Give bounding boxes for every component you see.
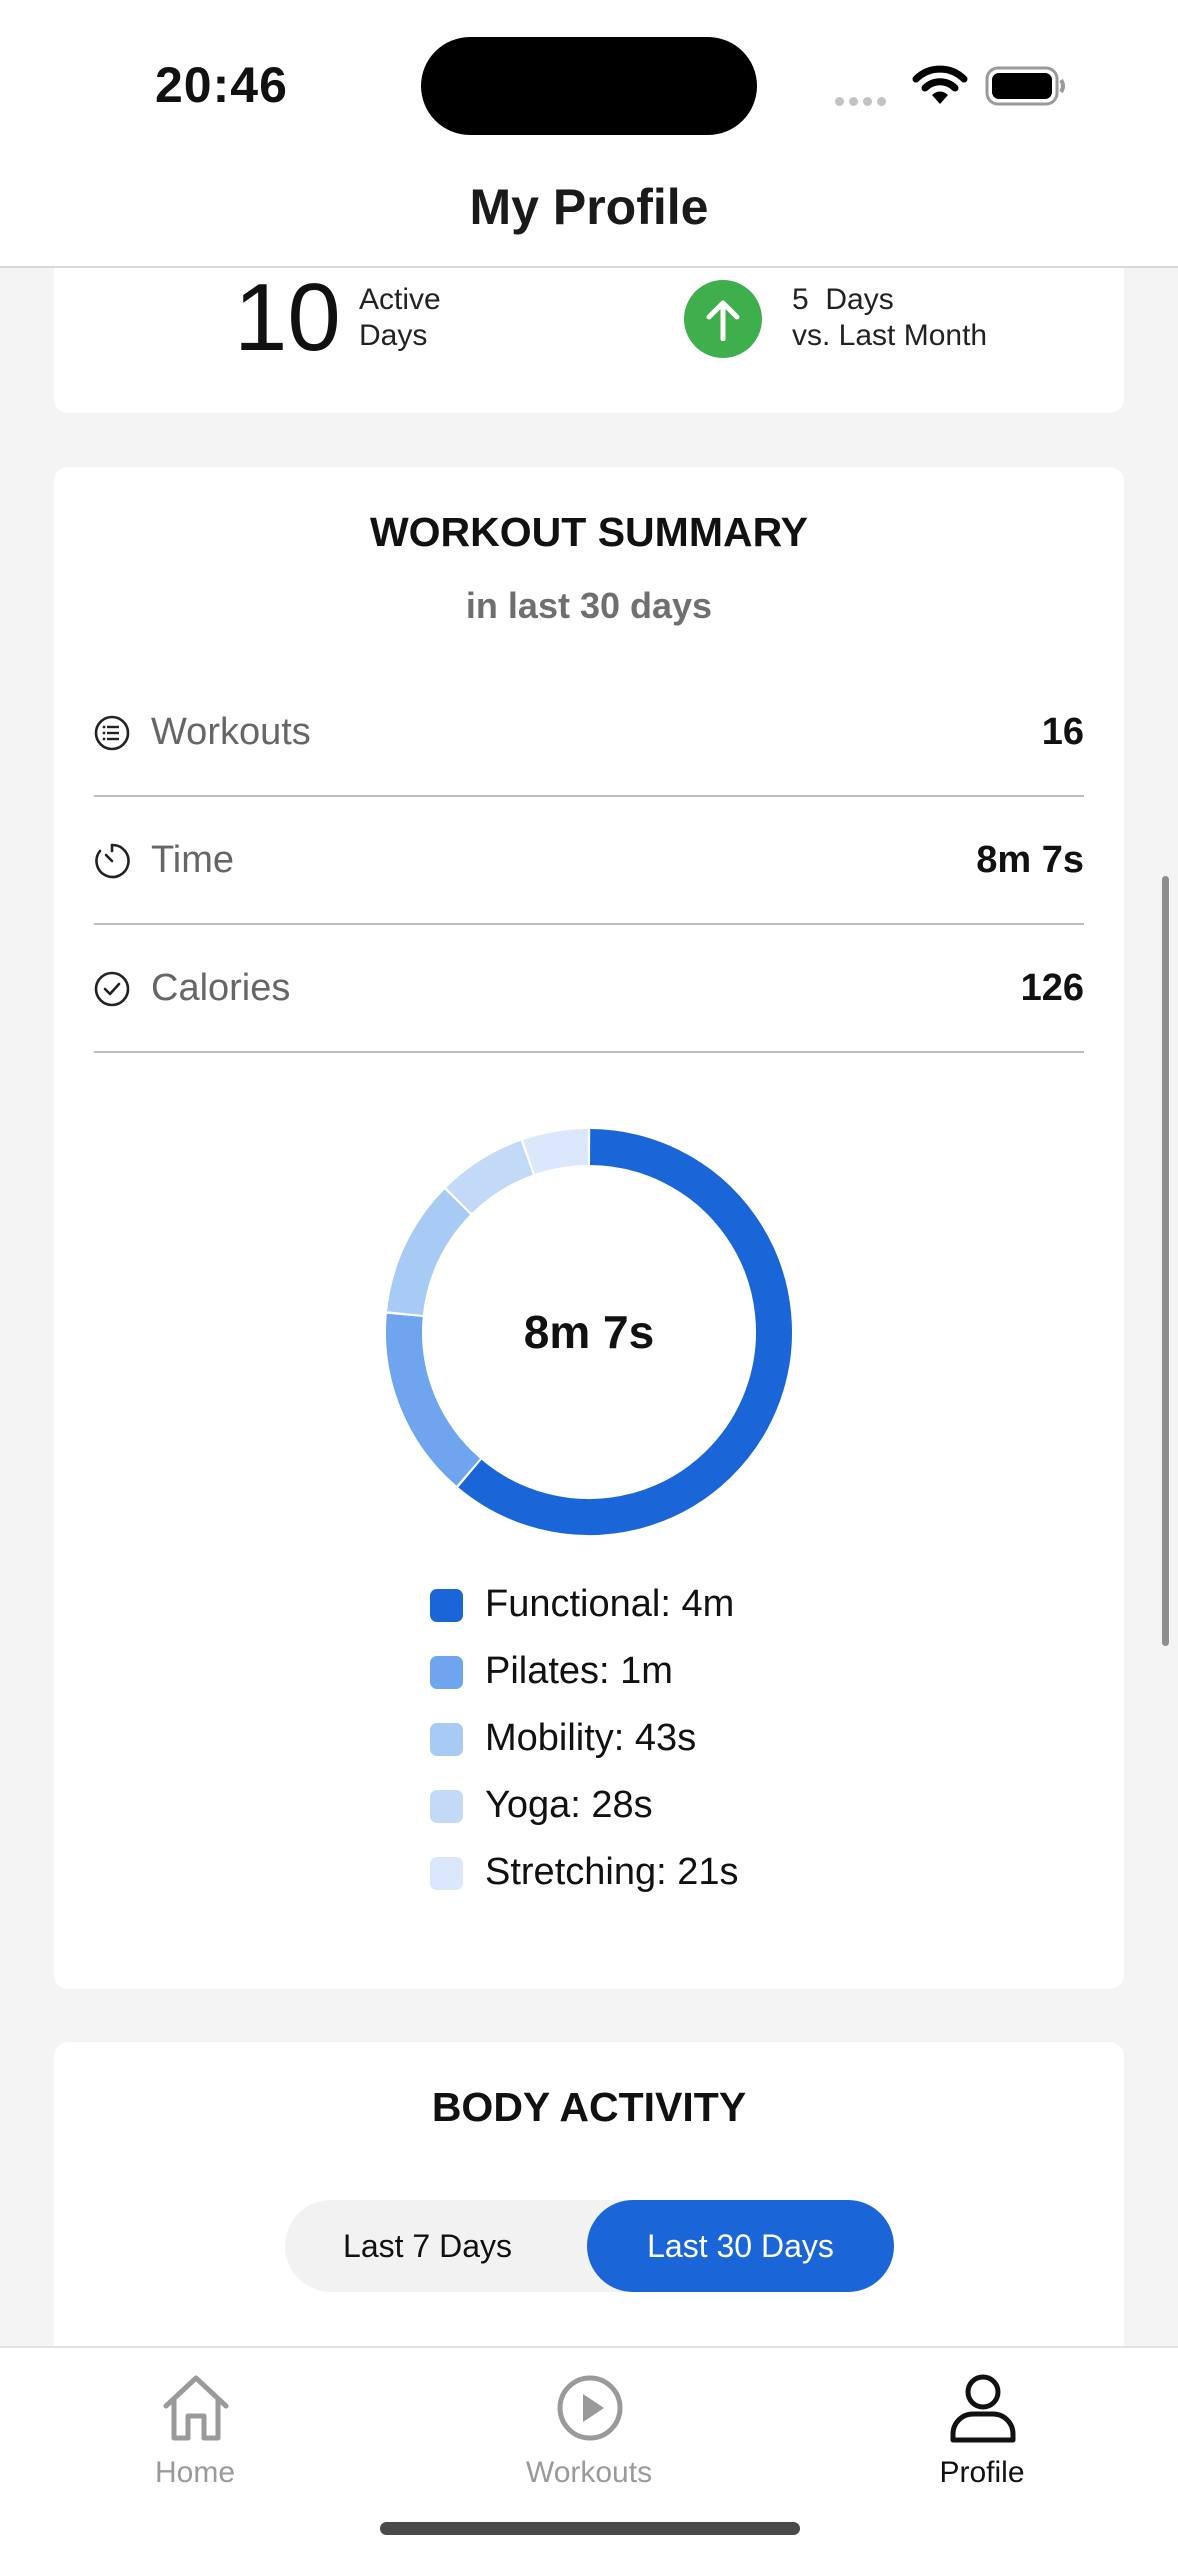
stat-label: Time [151,839,235,881]
tab-profile[interactable]: Profile [862,2362,1102,2492]
last-7-days-button[interactable]: Last 7 Days [285,2200,570,2292]
active-days-label-line2: Days [359,319,428,352]
body-activity-title: BODY ACTIVITY [431,2084,747,2130]
tab-workouts[interactable]: Workouts [469,2362,709,2492]
days-delta: 5 Days [792,283,894,316]
list-icon [94,715,130,756]
scrollbar[interactable] [1162,876,1169,1646]
check-circle-icon [94,971,130,1012]
last-30-days-button[interactable]: Last 30 Days [587,2200,894,2292]
legend-swatch [430,1857,463,1890]
home-indicator [380,2522,800,2535]
legend-swatch [430,1589,463,1622]
person-icon [950,2374,1016,2443]
stat-label: Calories [151,967,291,1009]
battery-icon [985,66,1067,111]
tab-home[interactable]: Home [75,2362,315,2492]
stat-label: Workouts [151,711,311,753]
status-time: 20:46 [155,57,288,113]
stat-row-time: Time 8m 7s [94,797,1084,925]
app-header: 20:46 My Profile [0,0,1178,268]
workout-summary-card: WORKOUT SUMMARY in last 30 days Workouts… [54,467,1124,1989]
workout-time-donut-chart: 8m 7s [384,1127,794,1537]
stat-row-workouts: Workouts 16 [94,669,1084,797]
legend-text: Mobility: 43s [485,1717,697,1759]
stat-row-calories: Calories 126 [94,925,1084,1053]
active-days-label: Active Days [359,282,441,354]
legend-swatch [430,1790,463,1823]
tab-label: Workouts [525,2456,653,2489]
tab-label: Profile [939,2456,1025,2489]
stat-value: 126 [1020,967,1084,1009]
legend-text: Yoga: 28s [485,1784,653,1826]
active-days-count: 10 [234,264,341,371]
days-vs-last-month: 5 Days vs. Last Month [792,282,987,354]
workout-summary-title: WORKOUT SUMMARY [369,509,809,555]
legend-swatch [430,1656,463,1689]
timer-icon [94,843,130,884]
page-title: My Profile [469,179,709,235]
legend-swatch [430,1723,463,1756]
days-delta-caption: vs. Last Month [792,319,988,352]
wifi-icon [912,64,968,111]
play-circle-icon [557,2375,623,2441]
workout-summary-subtitle: in last 30 days [465,585,713,626]
stat-value: 16 [1041,711,1084,753]
stat-value: 8m 7s [976,839,1084,881]
trend-up-icon [684,280,762,358]
dynamic-island [421,37,757,135]
date-range-segmented-control: Last 7 Days Last 30 Days [285,2200,894,2292]
cellular-signal-icon [835,93,891,111]
legend-text: Functional: 4m [485,1583,735,1625]
legend-text: Stretching: 21s [485,1851,739,1893]
legend-text: Pilates: 1m [485,1650,673,1692]
home-icon [163,2375,229,2441]
tab-label: Home [154,2456,236,2489]
active-days-label-line1: Active [359,283,441,316]
donut-center-label: 8m 7s [523,1306,655,1358]
